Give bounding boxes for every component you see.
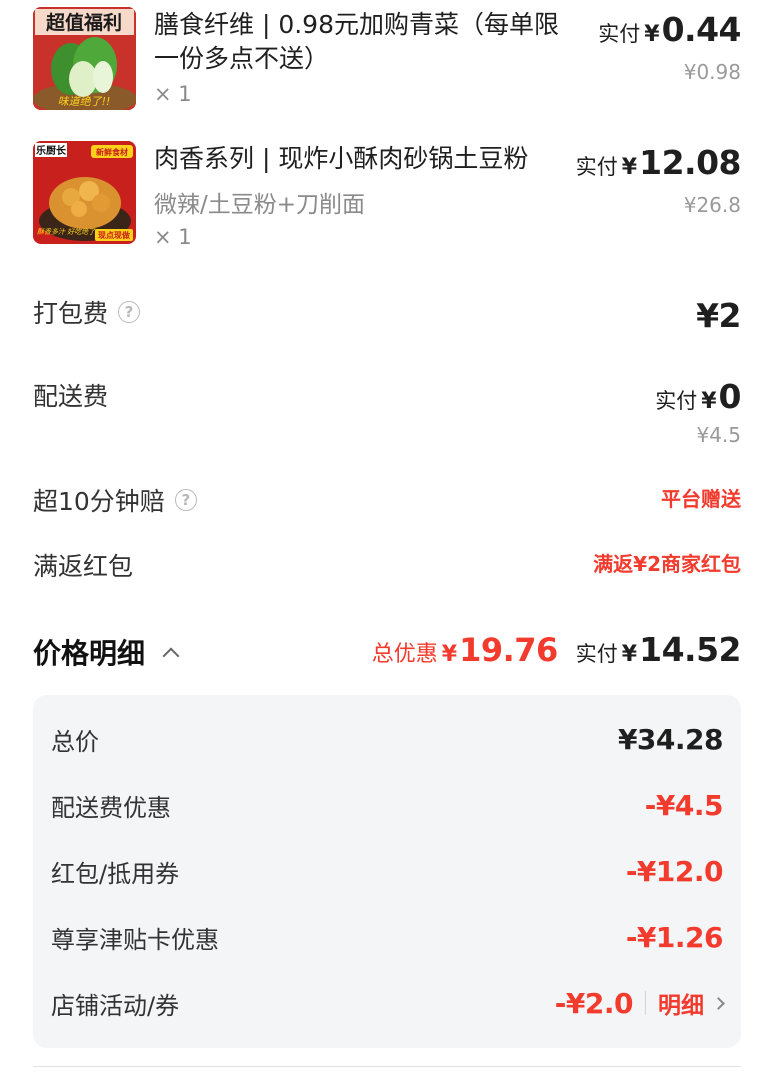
currency-symbol: ¥ bbox=[621, 642, 638, 667]
late-compensation-value: 平台赠送 bbox=[661, 487, 741, 511]
paid-label: 实付 bbox=[655, 389, 698, 413]
total-discount-amount: 19.76 bbox=[459, 631, 558, 669]
product-spec: 微辣/土豆粉+刀削面 bbox=[154, 192, 366, 218]
paid-amount: 0.44 bbox=[661, 10, 742, 49]
price-row-label: 尊享津贴卡优惠 bbox=[51, 925, 219, 954]
currency-symbol: ¥ bbox=[621, 155, 638, 180]
price-row-label: 店铺活动/券 bbox=[51, 991, 180, 1020]
total-paid-amount: 14.52 bbox=[639, 630, 741, 669]
help-icon[interactable]: ? bbox=[174, 489, 197, 511]
price-row-allowance-card: 尊享津贴卡优惠 -¥1.26 bbox=[51, 917, 724, 957]
product-name: 膳食纤维 | 0.98元加购青菜（每单限一份多点不送） bbox=[154, 10, 559, 73]
divider bbox=[645, 991, 646, 1015]
svg-text:乐厨长: 乐厨长 bbox=[36, 144, 67, 157]
redpacket-value: 满返¥2商家红包 bbox=[593, 552, 741, 576]
price-row-value: -¥1.26 bbox=[625, 920, 724, 954]
store-promo-right: -¥2.0 明细 bbox=[554, 986, 725, 1020]
redpacket-label: 满返红包 bbox=[33, 547, 133, 583]
price-row-value: -¥12.0 bbox=[625, 854, 724, 888]
paid-label: 实付 bbox=[575, 155, 618, 179]
price-detail-panel: 总价 ¥34.28 配送费优惠 -¥4.5 红包/抵用券 -¥12.0 尊享津贴… bbox=[33, 695, 741, 1048]
currency-symbol: ¥ bbox=[441, 642, 458, 667]
greens-photo-icon: 超值福利 味道绝了!! bbox=[33, 7, 136, 110]
product-image: 乐厨长 新鲜食材 酥香多汁 好吃绝了!! 现点现做 bbox=[33, 141, 136, 244]
help-icon[interactable]: ? bbox=[118, 301, 141, 323]
total-discount-label: 总优惠 bbox=[371, 642, 438, 667]
potato-noodle-photo-icon: 乐厨长 新鲜食材 酥香多汁 好吃绝了!! 现点现做 bbox=[33, 141, 136, 244]
price-detail-toggle[interactable]: 价格明细 bbox=[33, 632, 180, 672]
product-quantity: × 1 bbox=[154, 225, 192, 249]
svg-text:新鲜食材: 新鲜食材 bbox=[96, 147, 128, 157]
chevron-right-icon bbox=[712, 996, 725, 1010]
original-price: ¥0.98 bbox=[683, 60, 741, 84]
delivery-fee-original: ¥4.5 bbox=[696, 423, 741, 447]
paid-amount: 12.08 bbox=[639, 143, 741, 182]
price-row-value: ¥34.28 bbox=[617, 722, 724, 756]
currency-symbol: ¥ bbox=[644, 22, 660, 47]
chevron-up-icon bbox=[162, 647, 180, 665]
divider bbox=[33, 1066, 741, 1067]
svg-text:味道绝了!!: 味道绝了!! bbox=[58, 95, 111, 108]
store-promo-detail-link[interactable]: 明细 bbox=[658, 986, 725, 1020]
packing-fee-amount: ¥2 bbox=[696, 296, 741, 335]
price-row-label: 总价 bbox=[51, 727, 99, 756]
svg-text:酥香多汁 好吃绝了!!: 酥香多汁 好吃绝了!! bbox=[37, 228, 101, 236]
product-name: 肉香系列 | 现炸小酥肉砂锅土豆粉 bbox=[154, 144, 529, 173]
price-row-value: -¥2.0 bbox=[554, 986, 634, 1020]
packing-fee-text: 打包费 bbox=[33, 299, 109, 328]
late-compensation-text: 超10分钟赔 bbox=[33, 487, 165, 516]
price-row-redpacket: 红包/抵用券 -¥12.0 bbox=[51, 851, 724, 891]
product-image: 超值福利 味道绝了!! bbox=[33, 7, 136, 110]
price-row-total: 总价 ¥34.28 bbox=[51, 719, 724, 759]
redpacket-text: 满返红包 bbox=[33, 552, 134, 581]
svg-text:超值福利: 超值福利 bbox=[45, 11, 122, 34]
delivery-fee-paid: 实付 ¥ 0 bbox=[655, 377, 741, 416]
original-price: ¥26.8 bbox=[683, 193, 741, 217]
packing-fee-value: ¥2 bbox=[696, 296, 741, 335]
price-summary: 总优惠 ¥ 19.76 实付 ¥ 14.52 bbox=[371, 630, 742, 669]
paid-price: 实付 ¥ 12.08 bbox=[575, 143, 742, 182]
late-compensation-label: 超10分钟赔 ? bbox=[33, 482, 197, 518]
price-row-label: 配送费优惠 bbox=[51, 793, 171, 822]
delivery-fee-text: 配送费 bbox=[33, 382, 109, 411]
paid-price: 实付 ¥ 0.44 bbox=[598, 10, 741, 49]
currency-symbol: ¥ bbox=[701, 389, 717, 414]
price-row-store-promo: 店铺活动/券 -¥2.0 明细 bbox=[51, 983, 725, 1023]
price-detail-title: 价格明细 bbox=[33, 637, 146, 670]
paid-label: 实付 bbox=[575, 642, 618, 666]
price-row-label: 红包/抵用券 bbox=[51, 859, 180, 888]
delivery-fee-label: 配送费 bbox=[33, 377, 108, 413]
packing-fee-label: 打包费 ? bbox=[33, 294, 141, 330]
product-quantity: × 1 bbox=[154, 82, 192, 106]
delivery-fee-amount: 0 bbox=[718, 377, 742, 416]
price-row-delivery-discount: 配送费优惠 -¥4.5 bbox=[51, 785, 724, 825]
price-row-value: -¥4.5 bbox=[644, 788, 724, 822]
svg-text:现点现做: 现点现做 bbox=[98, 230, 130, 240]
paid-label: 实付 bbox=[598, 22, 641, 46]
detail-link-text: 明细 bbox=[658, 993, 704, 1019]
